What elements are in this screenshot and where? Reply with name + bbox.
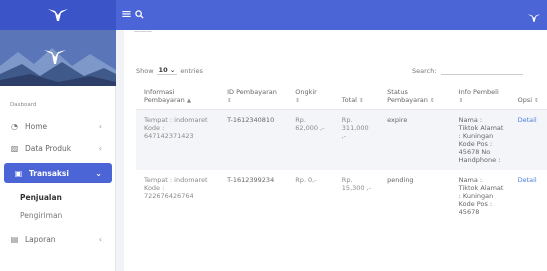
chevron-left-icon: ‹ — [98, 143, 102, 153]
column-header-id[interactable]: ID Pembayaran ⇕ — [219, 86, 288, 110]
card-header-cut: ——— — [134, 30, 152, 35]
cell-ongkir: Rp. 62,000 ,- — [287, 109, 334, 170]
brand-logo[interactable] — [0, 0, 116, 30]
entries-label: entries — [180, 66, 203, 75]
search-input[interactable] — [440, 66, 523, 75]
sidebar-section-label: Dasboard — [10, 102, 37, 108]
sort-icon: ⇕ — [295, 98, 300, 104]
column-header-pembeli[interactable]: Info Pembeli ⇕ — [450, 86, 510, 110]
cell-ongkir: Rp. 0,- — [295, 176, 317, 184]
column-header-ongkir[interactable]: Ongkir ⇕ — [287, 86, 334, 110]
cell-status: pending — [387, 176, 414, 184]
sidebar-item-label: Home — [25, 121, 48, 131]
cell-info: Tempat : indomaret Kode : 722676426764 — [144, 176, 208, 200]
mountain-banner-image — [0, 30, 116, 86]
image-icon: ▨ — [10, 143, 19, 153]
table-row: Tempat : indomaret Kode : 722676426764 T… — [136, 170, 547, 222]
sidebar-item-home[interactable]: ◔ Home ‹ — [0, 116, 116, 136]
sidebar-subitem-pengiriman[interactable]: Pengiriman — [20, 211, 62, 220]
document-icon: ▤ — [10, 234, 19, 244]
cell-status: expire — [379, 109, 451, 170]
cell-total: Rp. 311,000 ,- — [333, 109, 380, 170]
sort-icon: ⇕ — [534, 98, 539, 104]
show-entries-control: Show 10 ⌄ entries — [136, 66, 203, 75]
column-header-opsi[interactable]: Opsi ⇕ — [509, 86, 547, 110]
sort-asc-icon: ▲ — [186, 98, 192, 104]
cell-pembeli: Nama : Tiktok Alamat : Kuningan Kode Pos… — [458, 176, 504, 216]
sidebar-banner — [0, 30, 116, 86]
table-row: Tempat : indomaret Kode : 647142371423 T… — [136, 109, 547, 170]
cell-id: T-1612399234 — [227, 176, 275, 184]
tiktok-wing-logo-icon — [48, 9, 68, 21]
sort-icon: ⇕ — [227, 98, 232, 104]
column-header-informasi[interactable]: Informasi Pembayaran ▲ — [136, 86, 220, 110]
hamburger-icon[interactable]: ≡ — [121, 7, 132, 23]
chevron-down-icon: ⌄ — [95, 168, 102, 178]
table-header-row: Informasi Pembayaran ▲ ID Pembayaran ⇕ On… — [136, 86, 547, 110]
cell-id: T-1612340810 — [219, 109, 288, 170]
sidebar-item-transaksi[interactable]: ▣ Transaksi ⌄ — [4, 163, 112, 183]
sidebar-subitem-penjualan[interactable]: Penjualan — [20, 193, 62, 202]
cell-pembeli: Nama : Tiktok Alamat : Kuningan Kode Pos… — [450, 109, 510, 170]
transactions-card: ——— Show 10 ⌄ entries Search: Informasi … — [124, 30, 547, 271]
cell-total: Rp. 15,300 ,- — [341, 176, 372, 192]
sidebar: Dasboard ◔ Home ‹ ▨ Data Produk ‹ ▣ Tran… — [0, 30, 116, 271]
column-header-total[interactable]: Total ⇕ — [333, 86, 380, 110]
sort-icon: ⇕ — [429, 98, 435, 104]
chevron-left-icon: ‹ — [98, 121, 102, 131]
show-label: Show — [136, 66, 154, 75]
entries-select[interactable]: 10 ⌄ — [156, 66, 178, 75]
user-logo-icon[interactable] — [527, 8, 541, 27]
sidebar-item-data-produk[interactable]: ▨ Data Produk ‹ — [0, 138, 116, 158]
sort-icon: ⇕ — [359, 98, 364, 104]
column-header-status[interactable]: Status Pembayaran ⇕ — [379, 86, 451, 110]
transactions-table: Informasi Pembayaran ▲ ID Pembayaran ⇕ On… — [136, 86, 547, 222]
gauge-icon: ◔ — [11, 121, 18, 131]
sidebar-item-laporan[interactable]: ▤ Laporan ‹ — [0, 229, 116, 249]
cell-info: Tempat : indomaret Kode : 647142371423 — [136, 109, 220, 170]
detail-link[interactable]: Detail — [509, 109, 547, 170]
table-search: Search: — [412, 66, 523, 75]
bag-icon: ▣ — [14, 168, 23, 178]
search-icon[interactable] — [135, 7, 144, 23]
sidebar-item-label: Transaksi — [29, 168, 69, 178]
detail-link[interactable]: Detail — [510, 170, 547, 222]
top-navbar: ≡ — [0, 0, 547, 30]
search-label: Search: — [412, 66, 437, 75]
sort-icon: ⇕ — [458, 98, 464, 104]
sidebar-item-label: Data Produk — [25, 143, 72, 153]
sidebar-item-label: Laporan — [25, 234, 56, 244]
chevron-left-icon: ‹ — [98, 234, 102, 244]
